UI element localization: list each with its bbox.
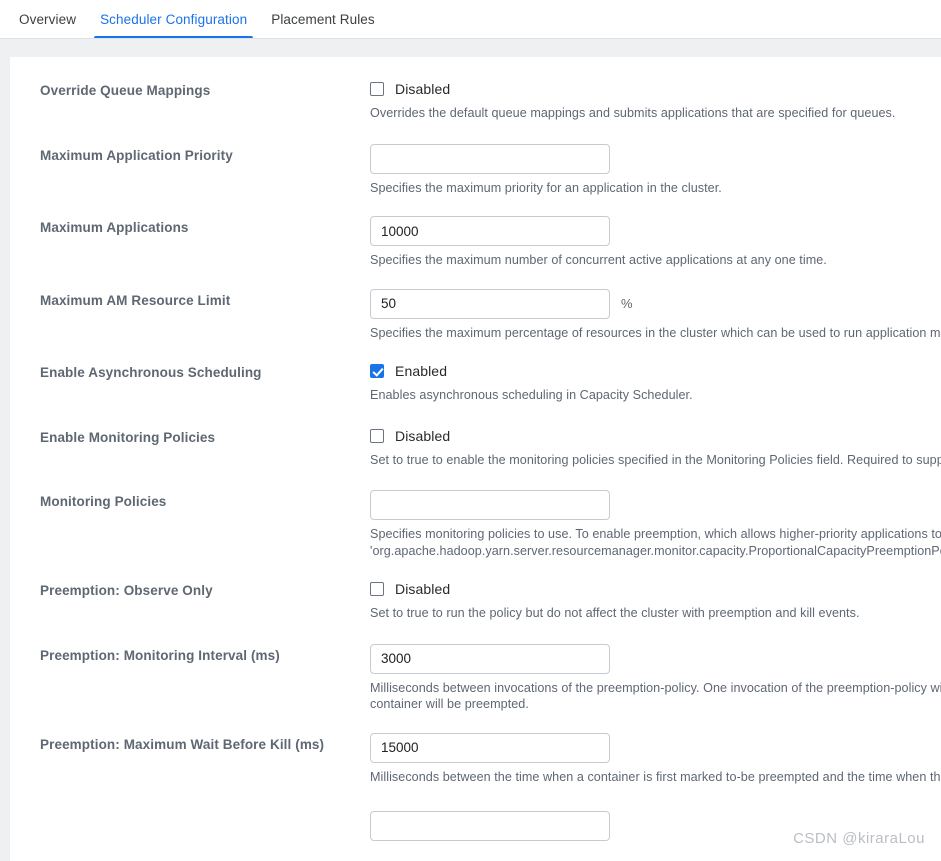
field-help-text: Specifies the maximum number of concurre… <box>370 252 941 269</box>
form-row: Preemption: Monitoring Interval (ms)Mill… <box>10 644 941 733</box>
form-row-field: % Specifies the maximum percentage of res… <box>370 289 941 342</box>
checkbox-state-label: Disabled <box>395 581 450 597</box>
field-help-text: Milliseconds between the time when a con… <box>370 769 941 786</box>
form-row: Maximum ApplicationsSpecifies the maximu… <box>10 216 941 289</box>
text-input-control <box>370 490 941 520</box>
tab-placement-rules[interactable]: Placement Rules <box>259 0 387 38</box>
form-row: Preemption: Maximum Wait Before Kill (ms… <box>10 733 941 806</box>
form-row-field: Specifies the maximum priority for an ap… <box>370 144 941 197</box>
tab-overview-label: Overview <box>19 12 76 27</box>
text-input-control: % <box>370 289 941 319</box>
checkbox-state-label: Disabled <box>395 428 450 444</box>
checkbox-unchecked-icon[interactable] <box>370 582 384 596</box>
text-input-control <box>370 644 941 674</box>
form-row-label: Maximum AM Resource Limit <box>40 289 370 310</box>
form-row-label: Enable Monitoring Policies <box>40 426 370 447</box>
setting-input[interactable] <box>370 644 610 674</box>
setting-input[interactable] <box>370 289 610 319</box>
text-input-control <box>370 144 941 174</box>
checkbox-control[interactable]: Disabled <box>370 426 941 446</box>
text-input-control <box>370 216 941 246</box>
tab-scheduler-configuration[interactable]: Scheduler Configuration <box>88 0 259 38</box>
checkbox-checked-icon[interactable] <box>370 364 384 378</box>
form-row-label: Maximum Application Priority <box>40 144 370 165</box>
form-row-label: Preemption: Observe Only <box>40 579 370 600</box>
tab-overview[interactable]: Overview <box>7 0 88 38</box>
form-row-field: Milliseconds between invocations of the … <box>370 644 941 713</box>
field-help-text: Overrides the default queue mappings and… <box>370 105 941 122</box>
form-row-label: Preemption: Monitoring Interval (ms) <box>40 644 370 665</box>
next-setting-row-partial <box>10 811 941 841</box>
checkbox-state-label: Enabled <box>395 363 447 379</box>
field-help-text: Milliseconds between invocations of the … <box>370 680 941 713</box>
field-help-text: Specifies monitoring policies to use. To… <box>370 526 941 559</box>
field-help-text: Specifies the maximum priority for an ap… <box>370 180 941 197</box>
form-row: Preemption: Observe Only Disabled Set to t… <box>10 579 941 644</box>
checkbox-control[interactable]: Disabled <box>370 79 941 99</box>
form-row-field: Specifies the maximum number of concurre… <box>370 216 941 269</box>
field-help-text: Set to true to enable the monitoring pol… <box>370 452 941 469</box>
form-row: Enable Asynchronous SchedulingEnabledEna… <box>10 361 941 426</box>
form-row: Maximum Application PrioritySpecifies th… <box>10 144 941 217</box>
setting-input[interactable] <box>370 144 610 174</box>
form-row: Maximum AM Resource Limit% Specifies the … <box>10 289 941 362</box>
checkbox-unchecked-icon[interactable] <box>370 429 384 443</box>
form-row-label: Preemption: Maximum Wait Before Kill (ms… <box>40 733 370 754</box>
form-row-label: Enable Asynchronous Scheduling <box>40 361 370 382</box>
text-input-control <box>370 733 941 763</box>
checkbox-state-label: Disabled <box>395 81 450 97</box>
form-row-label: Override Queue Mappings <box>40 79 370 100</box>
form-row-field: Disabled Set to true to run the policy bu… <box>370 579 941 622</box>
page-background: Override Queue Mappings Disabled Overrides… <box>0 39 941 753</box>
form-row-field: Disabled Set to true to enable the monito… <box>370 426 941 469</box>
form-row-label: Maximum Applications <box>40 216 370 237</box>
form-row-field: Disabled Overrides the default queue mapp… <box>370 79 941 122</box>
field-help-text: Enables asynchronous scheduling in Capac… <box>370 387 941 404</box>
form-row-field: Milliseconds between the time when a con… <box>370 733 941 786</box>
checkbox-control[interactable]: Disabled <box>370 579 941 599</box>
checkbox-control[interactable]: Enabled <box>370 361 941 381</box>
input-suffix: % <box>621 296 633 311</box>
setting-input[interactable] <box>370 216 610 246</box>
form-row: Monitoring PoliciesSpecifies monitoring … <box>10 490 941 579</box>
form-row: Enable Monitoring Policies Disabled Set to… <box>10 426 941 491</box>
tab-placement-rules-label: Placement Rules <box>271 12 375 27</box>
form-row-field: Specifies monitoring policies to use. To… <box>370 490 941 559</box>
field-help-text: Set to true to run the policy but do not… <box>370 605 941 622</box>
configuration-form: Override Queue Mappings Disabled Overrides… <box>10 79 941 805</box>
form-row: Override Queue Mappings Disabled Overrides… <box>10 79 941 144</box>
checkbox-unchecked-icon[interactable] <box>370 82 384 96</box>
setting-input[interactable] <box>370 733 610 763</box>
tab-bar: Overview Scheduler Configuration Placeme… <box>0 0 941 39</box>
field-help-text: Specifies the maximum percentage of reso… <box>370 325 941 342</box>
setting-input[interactable] <box>370 490 610 520</box>
tab-scheduler-configuration-label: Scheduler Configuration <box>100 12 247 27</box>
form-row-label: Monitoring Policies <box>40 490 370 511</box>
form-row-field: Enabled Enables asynchronous scheduling i… <box>370 361 941 404</box>
scheduler-configuration-card: Override Queue Mappings Disabled Overrides… <box>10 57 941 861</box>
next-setting-input[interactable] <box>370 811 610 841</box>
